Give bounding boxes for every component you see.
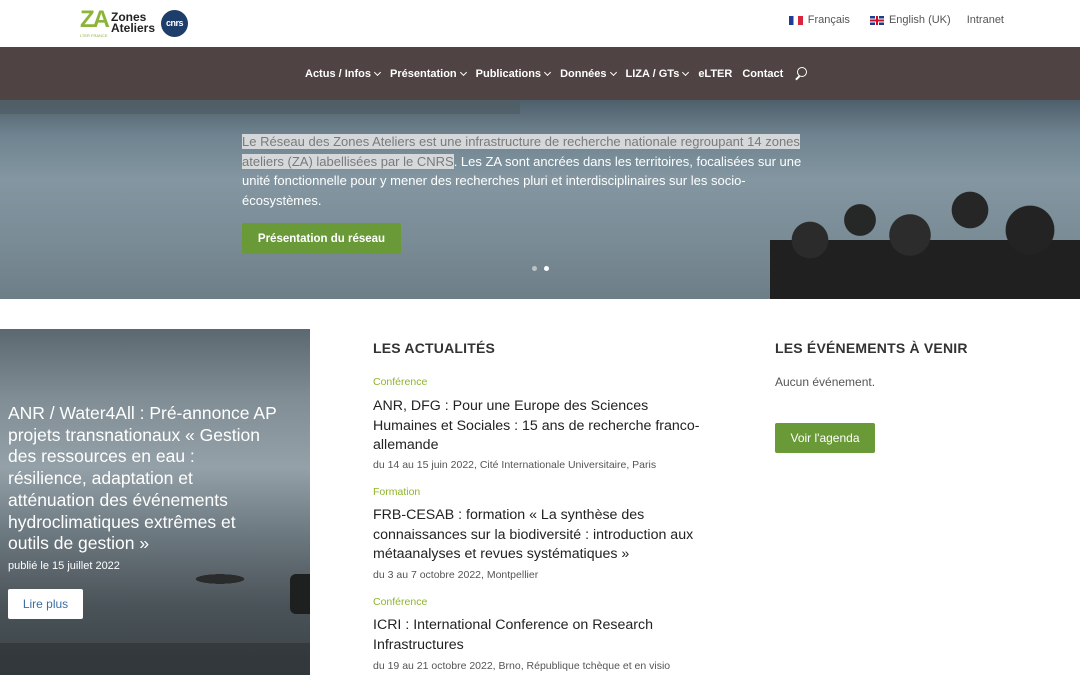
language-en-label: English (UK) — [888, 14, 951, 26]
hero-shore-decoration — [0, 100, 520, 114]
nav-item-label: Présentation — [390, 67, 457, 80]
carousel-dot-active[interactable] — [544, 266, 549, 271]
chevron-down-icon — [544, 68, 552, 76]
news-title[interactable]: ANR, DFG : Pour une Europe des Sciences … — [373, 397, 713, 456]
hero-description: Le Réseau des Zones Ateliers est une inf… — [242, 132, 822, 210]
za-logo-mark: ZA LTER FRANCE — [80, 6, 110, 39]
logo-name: Zones Ateliers — [111, 11, 156, 35]
main-navigation: Actus / Infos Présentation Publications … — [0, 47, 1080, 100]
presentation-reseau-button[interactable]: Présentation du réseau — [242, 223, 401, 254]
nav-item-label: Données — [560, 67, 607, 80]
chevron-down-icon — [459, 68, 467, 76]
logo-name-line2: Ateliers — [111, 21, 156, 35]
news-heading: LES ACTUALITÉS — [373, 340, 496, 356]
language-switcher: Français English (UK) Intranet — [769, 14, 1004, 26]
language-fr-link[interactable]: Français — [788, 14, 850, 26]
intranet-link[interactable]: Intranet — [967, 14, 1004, 26]
news-title[interactable]: ICRI : International Conference on Resea… — [373, 616, 713, 655]
feature-shore-decoration — [0, 629, 310, 675]
logo-za-text: ZA — [80, 6, 110, 33]
news-title[interactable]: FRB-CESAB : formation « La synthèse des … — [373, 506, 713, 565]
flag-uk-icon — [869, 15, 884, 25]
logo-subtitle: LTER FRANCE — [80, 33, 108, 38]
featured-article-title: ANR / Water4All : Pré-annonce AP projets… — [8, 403, 277, 554]
nav-item-actus[interactable]: Actus / Infos — [305, 67, 382, 80]
news-category[interactable]: Conférence — [373, 376, 427, 388]
nav-item-label: Publications — [475, 67, 542, 80]
nav-item-label: Contact — [742, 67, 784, 80]
nav-item-liza-gts[interactable]: LIZA / GTs — [625, 67, 690, 80]
chevron-down-icon — [609, 68, 617, 76]
language-fr-label: Français — [807, 14, 850, 26]
news-meta: du 14 au 15 juin 2022, Cité Internationa… — [373, 459, 657, 471]
carousel-dot[interactable] — [532, 266, 537, 271]
news-category[interactable]: Formation — [373, 486, 420, 498]
language-en-link[interactable]: English (UK) — [869, 14, 951, 26]
nav-item-presentation[interactable]: Présentation — [390, 67, 467, 80]
voir-agenda-button[interactable]: Voir l'agenda — [775, 423, 875, 453]
events-empty-message: Aucun événement. — [775, 375, 876, 389]
flag-fr-icon — [788, 15, 803, 25]
nav-item-label: Actus / Infos — [305, 67, 372, 80]
nav-item-contact[interactable]: Contact — [742, 68, 783, 80]
news-meta: du 3 au 7 octobre 2022, Montpellier — [373, 569, 539, 581]
nav-item-elter[interactable]: eLTER — [698, 68, 732, 80]
site-logo[interactable]: ZA LTER FRANCE Zones Ateliers cnrs — [80, 6, 189, 39]
chevron-down-icon — [373, 68, 382, 76]
events-heading: LES ÉVÉNEMENTS À VENIR — [775, 340, 968, 356]
nav-menu: Actus / Infos Présentation Publications … — [305, 47, 808, 100]
cnrs-logo[interactable]: cnrs — [161, 9, 189, 37]
carousel-dots — [532, 266, 556, 271]
nav-item-label: LIZA / GTs — [625, 67, 680, 80]
chevron-down-icon — [682, 68, 690, 76]
top-bar: ZA LTER FRANCE Zones Ateliers cnrs Franç… — [0, 0, 1080, 47]
search-icon[interactable] — [793, 66, 808, 81]
nav-item-label: eLTER — [698, 67, 733, 80]
featured-article-date: publié le 15 juillet 2022 — [8, 560, 120, 572]
news-category[interactable]: Conférence — [373, 596, 427, 608]
nav-item-donnees[interactable]: Données — [560, 67, 617, 80]
news-meta: du 19 au 21 octobre 2022, Brno, Républiq… — [373, 660, 671, 672]
lire-plus-button[interactable]: Lire plus — [8, 589, 83, 619]
feature-rock-decoration — [290, 574, 310, 614]
nav-item-publications[interactable]: Publications — [475, 67, 552, 80]
